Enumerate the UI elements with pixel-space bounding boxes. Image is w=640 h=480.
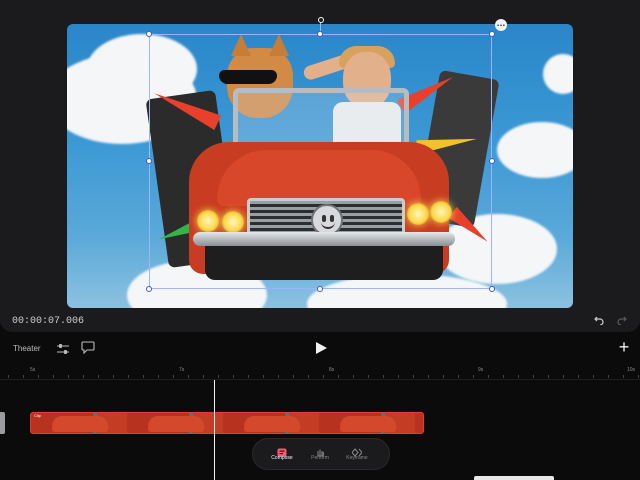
- mode-compose[interactable]: Compose: [262, 444, 302, 461]
- ruler-tick: [53, 375, 54, 378]
- ruler-tick: [38, 375, 39, 378]
- ruler-label: 5s: [30, 367, 36, 373]
- ruler-tick: [128, 375, 129, 378]
- ruler-label: 10s: [627, 367, 636, 373]
- ruler-tick: [173, 375, 174, 378]
- timeline-ruler[interactable]: [0, 366, 640, 380]
- theater-mode-button[interactable]: Theater: [13, 344, 41, 353]
- ruler-tick: [623, 375, 624, 378]
- ruler-tick: [368, 375, 369, 378]
- resize-handle-bottom-right[interactable]: [489, 286, 495, 292]
- mode-label: Perform: [311, 455, 329, 461]
- ruler-tick: [503, 375, 504, 378]
- cloud-shape: [543, 54, 573, 94]
- play-button[interactable]: [314, 341, 328, 355]
- ruler-tick: [278, 375, 279, 378]
- ruler-tick: [638, 375, 639, 378]
- ruler-tick: [323, 375, 324, 378]
- ruler-tick: [413, 375, 414, 378]
- clip-thumbnail: [340, 416, 396, 432]
- ruler-tick: [518, 375, 519, 378]
- home-indicator: [474, 476, 554, 480]
- ruler-tick: [203, 375, 204, 378]
- ruler-tick: [263, 375, 264, 378]
- ruler-tick: [248, 375, 249, 378]
- rotate-handle[interactable]: [318, 17, 324, 23]
- mode-label: Keyframe: [346, 455, 368, 461]
- ruler-tick: [188, 375, 189, 378]
- clip-label: Clip: [34, 413, 41, 418]
- ruler-tick: [353, 375, 354, 378]
- resize-handle-bottom-left[interactable]: [146, 286, 152, 292]
- undo-icon[interactable]: [594, 315, 604, 328]
- resize-handle-top-right[interactable]: [489, 31, 495, 37]
- ruler-tick: [608, 375, 609, 378]
- ruler-tick: [398, 375, 399, 378]
- ruler-tick: [293, 375, 294, 378]
- cloud-shape: [497, 122, 573, 178]
- comment-icon[interactable]: [81, 341, 95, 355]
- ruler-tick: [338, 375, 339, 378]
- clip-thumbnail: [52, 416, 108, 432]
- previous-clip[interactable]: [0, 412, 5, 434]
- ruler-tick: [143, 375, 144, 378]
- keyframe-icon: [351, 444, 363, 457]
- compose-icon: [277, 444, 287, 457]
- ruler-tick: [593, 375, 594, 378]
- mode-perform[interactable]: Perform: [300, 444, 340, 461]
- ruler-label: 8s: [329, 367, 335, 373]
- ruler-tick: [578, 375, 579, 378]
- playback-timecode: 00:00:07.006: [12, 316, 85, 327]
- resize-handle-right[interactable]: [489, 158, 495, 164]
- ruler-label: 9s: [478, 367, 484, 373]
- clip-thumbnail: [244, 416, 300, 432]
- mode-label: Compose: [271, 455, 293, 461]
- ruler-tick: [233, 375, 234, 378]
- resize-handle-left[interactable]: [146, 158, 152, 164]
- resize-handle-top[interactable]: [317, 31, 323, 37]
- ruler-label: 7s: [179, 367, 185, 373]
- ruler-tick: [473, 375, 474, 378]
- redo-icon[interactable]: [617, 315, 627, 328]
- video-editor-app: … 00:00:07.006 Theater + 5s 7s 8s 9s 10s…: [0, 0, 640, 480]
- ruler-tick: [23, 375, 24, 378]
- ruler-tick: [308, 375, 309, 378]
- ruler-tick: [488, 375, 489, 378]
- clip-thumbnail: [148, 416, 204, 432]
- resize-handle-bottom[interactable]: [317, 286, 323, 292]
- sliders-icon[interactable]: [56, 342, 70, 354]
- mode-keyframe[interactable]: Keyframe: [337, 444, 377, 461]
- ruler-tick: [158, 375, 159, 378]
- ruler-tick: [68, 375, 69, 378]
- ruler-tick: [533, 375, 534, 378]
- ruler-tick: [428, 375, 429, 378]
- playhead[interactable]: [214, 380, 215, 480]
- selection-box[interactable]: [149, 34, 492, 289]
- add-button[interactable]: +: [616, 338, 632, 356]
- resize-handle-top-left[interactable]: [146, 31, 152, 37]
- hand-icon: [315, 444, 325, 457]
- ruler-tick: [8, 375, 9, 378]
- ruler-tick: [98, 375, 99, 378]
- ruler-tick: [113, 375, 114, 378]
- ruler-tick: [383, 375, 384, 378]
- more-options-button[interactable]: …: [495, 19, 507, 31]
- ruler-tick: [218, 375, 219, 378]
- ruler-tick: [563, 375, 564, 378]
- ruler-tick: [443, 375, 444, 378]
- ruler-tick: [548, 375, 549, 378]
- ruler-tick: [83, 375, 84, 378]
- ruler-tick: [458, 375, 459, 378]
